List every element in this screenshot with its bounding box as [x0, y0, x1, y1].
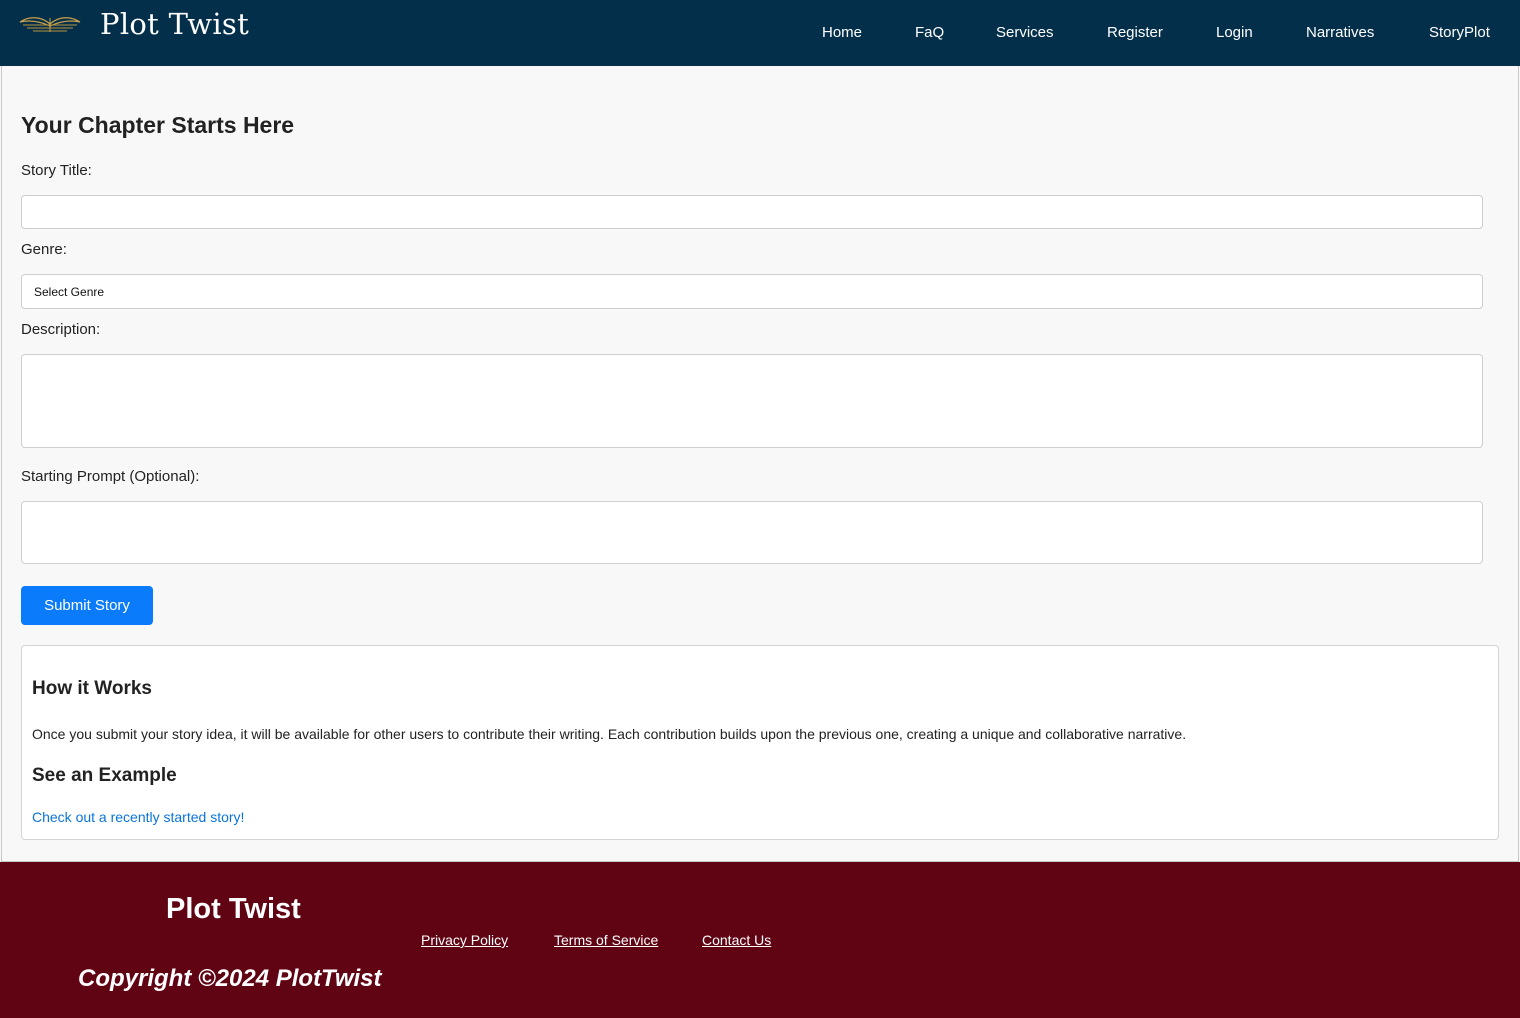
example-story-link[interactable]: Check out a recently started story! [32, 809, 244, 825]
nav-storyplot[interactable]: StoryPlot [1429, 24, 1490, 41]
how-it-works-text: Once you submit your story idea, it will… [32, 726, 1187, 742]
story-title-input[interactable] [21, 195, 1483, 229]
description-textarea[interactable] [21, 354, 1483, 448]
genre-selected-value: Select Genre [34, 285, 105, 299]
terms-of-service-link[interactable]: Terms of Service [554, 932, 658, 948]
site-brand[interactable]: Plot Twist [100, 7, 249, 41]
nav-login[interactable]: Login [1216, 24, 1253, 41]
starting-prompt-label: Starting Prompt (Optional): [21, 468, 200, 485]
genre-label: Genre: [21, 241, 67, 258]
starting-prompt-textarea[interactable] [21, 501, 1483, 564]
nav-services[interactable]: Services [996, 24, 1054, 41]
submit-story-button[interactable]: Submit Story [21, 586, 153, 625]
see-example-heading: See an Example [32, 765, 177, 786]
how-it-works-heading: How it Works [32, 678, 152, 699]
page-title: Your Chapter Starts Here [21, 112, 295, 138]
contact-us-link[interactable]: Contact Us [702, 932, 771, 948]
story-title-label: Story Title: [21, 162, 92, 179]
footer-brand: Plot Twist [166, 893, 301, 925]
nav-narratives[interactable]: Narratives [1306, 24, 1374, 41]
top-navbar: Plot Twist Home FaQ Services Register Lo… [0, 0, 1520, 66]
description-label: Description: [21, 321, 101, 338]
copyright-text: Copyright ©2024 PlotTwist [78, 965, 382, 992]
nav-home[interactable]: Home [822, 24, 862, 41]
genre-select[interactable]: Select Genre [21, 274, 1483, 309]
nav-faq[interactable]: FaQ [915, 24, 944, 41]
winged-book-icon[interactable] [19, 12, 81, 36]
privacy-policy-link[interactable]: Privacy Policy [421, 932, 508, 948]
nav-register[interactable]: Register [1107, 24, 1163, 41]
